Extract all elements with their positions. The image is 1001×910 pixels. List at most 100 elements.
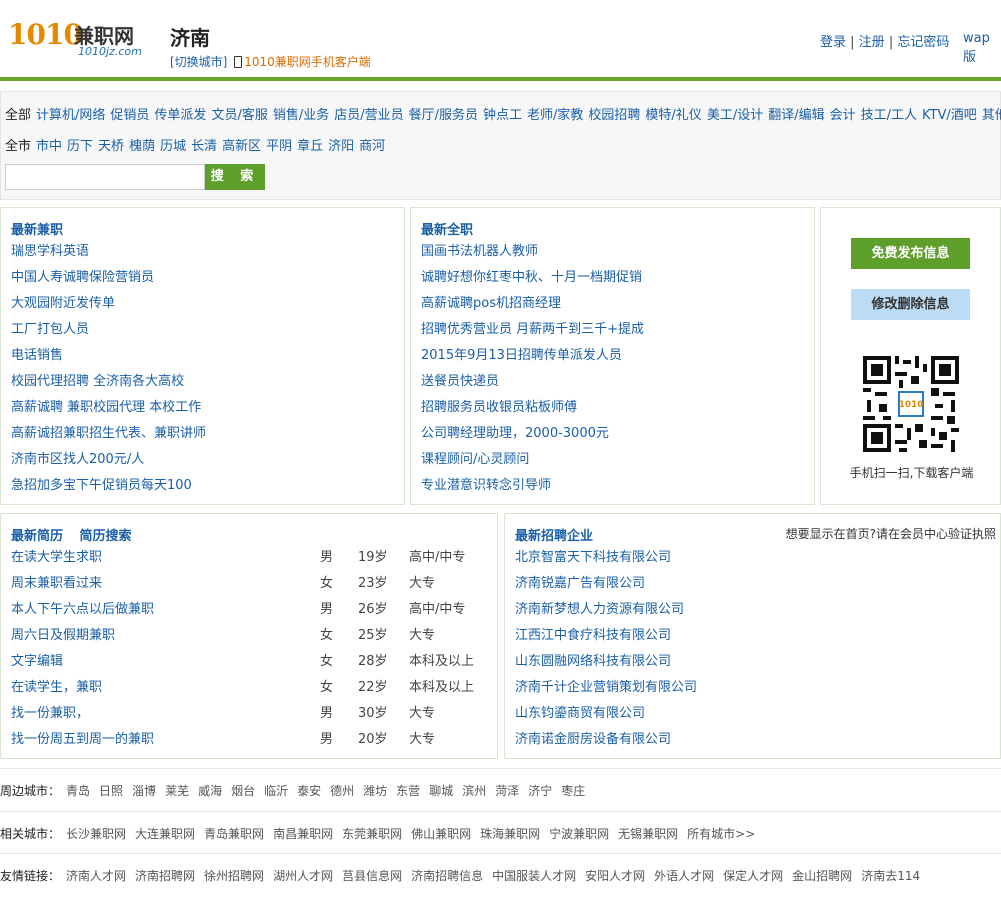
related-city-link[interactable]: 南昌兼职网: [273, 827, 333, 841]
area-link[interactable]: 济阳: [328, 139, 354, 154]
job-link[interactable]: 高薪诚聘 兼职校园代理 本校工作: [11, 400, 201, 415]
job-link[interactable]: 课程顾问/心灵顾问: [421, 452, 529, 467]
area-link[interactable]: 槐荫: [129, 139, 155, 154]
company-link[interactable]: 济南诺金厨房设备有限公司: [515, 732, 671, 747]
category-link[interactable]: 传单派发: [154, 108, 206, 123]
related-city-link[interactable]: 大连兼职网: [135, 827, 195, 841]
area-link[interactable]: 长清: [191, 139, 217, 154]
nearby-city-link[interactable]: 德州: [330, 784, 354, 798]
search-button[interactable]: 搜 索: [205, 164, 265, 190]
nearby-city-link[interactable]: 淄博: [132, 784, 156, 798]
friend-link[interactable]: 外语人才网: [654, 869, 714, 883]
forgot-password-link[interactable]: 忘记密码: [897, 35, 949, 50]
nearby-city-link[interactable]: 威海: [198, 784, 222, 798]
job-link[interactable]: 招聘优秀营业员 月薪两千到三千+提成: [421, 322, 644, 337]
category-link[interactable]: 美工/设计: [707, 108, 763, 123]
related-city-link[interactable]: 东莞兼职网: [342, 827, 402, 841]
job-link[interactable]: 公司聘经理助理，2000-3000元: [421, 426, 609, 441]
related-city-link[interactable]: 宁波兼职网: [549, 827, 609, 841]
job-link[interactable]: 招聘服务员收银员粘板师傅: [421, 400, 577, 415]
job-link[interactable]: 中国人寿诚聘保险营销员: [11, 270, 154, 285]
search-input[interactable]: [5, 164, 205, 190]
job-link[interactable]: 瑞思学科英语: [11, 244, 89, 259]
category-link[interactable]: 其他: [982, 108, 1001, 123]
edit-delete-button[interactable]: 修改删除信息: [851, 289, 970, 320]
job-link[interactable]: 2015年9月13日招聘传单派发人员: [421, 348, 622, 363]
job-link[interactable]: 国画书法机器人教师: [421, 244, 538, 259]
related-city-link[interactable]: 佛山兼职网: [411, 827, 471, 841]
nearby-city-link[interactable]: 烟台: [231, 784, 255, 798]
category-link[interactable]: 销售/业务: [273, 108, 329, 123]
job-link[interactable]: 专业潜意识转念引导师: [421, 478, 551, 493]
nearby-city-link[interactable]: 日照: [99, 784, 123, 798]
wap-link[interactable]: wap版: [963, 31, 1001, 65]
category-link[interactable]: 钟点工: [483, 108, 522, 123]
login-link[interactable]: 登录: [820, 35, 846, 50]
job-link[interactable]: 济南市区找人200元/人: [11, 452, 144, 467]
nearby-city-link[interactable]: 菏泽: [495, 784, 519, 798]
area-link[interactable]: 商河: [359, 139, 385, 154]
job-link[interactable]: 急招加多宝下午促销员每天100: [11, 478, 192, 493]
resume-search-link[interactable]: 简历搜索: [80, 529, 132, 544]
category-link[interactable]: KTV/酒吧: [922, 108, 977, 123]
company-link[interactable]: 济南新梦想人力资源有限公司: [515, 602, 684, 617]
friend-link[interactable]: 济南人才网: [66, 869, 126, 883]
nearby-city-link[interactable]: 济宁: [528, 784, 552, 798]
company-link[interactable]: 济南千计企业营销策划有限公司: [515, 680, 697, 695]
related-city-link[interactable]: 青岛兼职网: [204, 827, 264, 841]
register-link[interactable]: 注册: [859, 35, 885, 50]
related-city-link[interactable]: 长沙兼职网: [66, 827, 126, 841]
category-link[interactable]: 促销员: [110, 108, 149, 123]
friend-link[interactable]: 保定人才网: [723, 869, 783, 883]
site-logo[interactable]: 1010 兼职网 1010jz.com: [8, 18, 158, 60]
nearby-city-link[interactable]: 东营: [396, 784, 420, 798]
switch-city-link[interactable]: [切换城市]: [170, 55, 227, 69]
company-link[interactable]: 山东圆融网络科技有限公司: [515, 654, 671, 669]
related-city-link[interactable]: 无锡兼职网: [618, 827, 678, 841]
nearby-city-link[interactable]: 聊城: [429, 784, 453, 798]
area-link[interactable]: 章丘: [297, 139, 323, 154]
resume-title-link[interactable]: 本人下午六点以后做兼职: [11, 597, 154, 623]
friend-link[interactable]: 济南招聘信息: [411, 869, 483, 883]
area-link[interactable]: 市中: [36, 139, 62, 154]
nearby-city-link[interactable]: 青岛: [66, 784, 90, 798]
resume-title-link[interactable]: 周末兼职看过来: [11, 571, 102, 597]
resume-title-link[interactable]: 找一份周五到周一的兼职: [11, 727, 154, 753]
category-link[interactable]: 老师/家教: [527, 108, 583, 123]
nearby-city-link[interactable]: 滨州: [462, 784, 486, 798]
category-link[interactable]: 餐厅/服务员: [409, 108, 478, 123]
category-link[interactable]: 会计: [830, 108, 856, 123]
resume-title-link[interactable]: 周六日及假期兼职: [11, 623, 115, 649]
category-link[interactable]: 模特/礼仪: [645, 108, 701, 123]
mobile-app-link[interactable]: 1010兼职网手机客户端: [244, 55, 371, 69]
area-link[interactable]: 天桥: [98, 139, 124, 154]
resume-title-link[interactable]: 在读学生，兼职: [11, 675, 102, 701]
nearby-city-link[interactable]: 临沂: [264, 784, 288, 798]
category-link[interactable]: 店员/营业员: [334, 108, 403, 123]
related-city-link[interactable]: 珠海兼职网: [480, 827, 540, 841]
nearby-city-link[interactable]: 莱芜: [165, 784, 189, 798]
job-link[interactable]: 诚聘好想你红枣中秋、十月一档期促销: [421, 270, 642, 285]
company-link[interactable]: 山东钧鎏商贸有限公司: [515, 706, 645, 721]
friend-link[interactable]: 湖州人才网: [273, 869, 333, 883]
area-all[interactable]: 全市: [5, 139, 31, 154]
category-link[interactable]: 文员/客服: [211, 108, 267, 123]
resume-title-link[interactable]: 找一份兼职，: [11, 701, 89, 727]
friend-link[interactable]: 济南去114: [861, 869, 920, 883]
category-link[interactable]: 校园招聘: [588, 108, 640, 123]
job-link[interactable]: 高薪诚招兼职招生代表、兼职讲师: [11, 426, 206, 441]
company-link[interactable]: 济南锐嘉广告有限公司: [515, 576, 645, 591]
friend-link[interactable]: 金山招聘网: [792, 869, 852, 883]
company-link[interactable]: 北京智富天下科技有限公司: [515, 550, 671, 565]
category-all[interactable]: 全部: [5, 108, 31, 123]
job-link[interactable]: 校园代理招聘 全济南各大高校: [11, 374, 184, 389]
nearby-city-link[interactable]: 泰安: [297, 784, 321, 798]
resume-title-link[interactable]: 文字编辑: [11, 649, 63, 675]
job-link[interactable]: 电话销售: [11, 348, 63, 363]
area-link[interactable]: 高新区: [222, 139, 261, 154]
related-city-link[interactable]: 所有城市>>: [687, 827, 755, 841]
nearby-city-link[interactable]: 潍坊: [363, 784, 387, 798]
publish-button[interactable]: 免费发布信息: [851, 238, 970, 269]
resume-title-link[interactable]: 在读大学生求职: [11, 545, 102, 571]
job-link[interactable]: 工厂打包人员: [11, 322, 89, 337]
